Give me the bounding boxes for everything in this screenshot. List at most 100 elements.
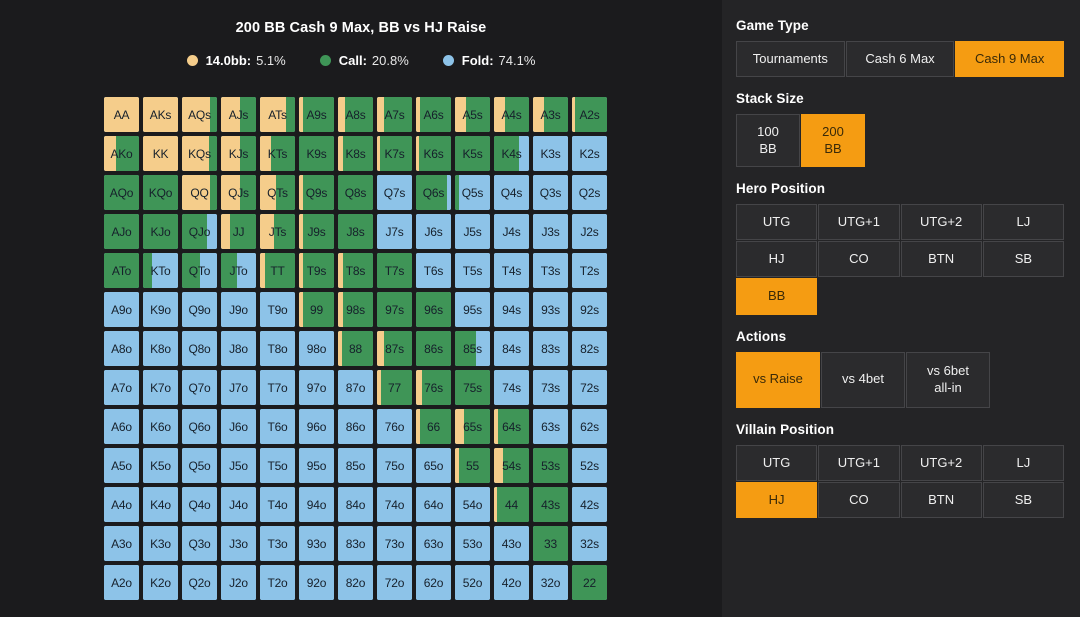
range-cell[interactable]: Q3o [182, 526, 217, 561]
range-cell[interactable]: 87o [338, 370, 373, 405]
range-cell[interactable]: K7o [143, 370, 178, 405]
range-cell[interactable]: K6s [416, 136, 451, 171]
range-cell[interactable]: 99 [299, 292, 334, 327]
range-cell[interactable]: T2o [260, 565, 295, 600]
range-cell[interactable]: 82o [338, 565, 373, 600]
range-cell[interactable]: AA [104, 97, 139, 132]
range-cell[interactable]: Q5o [182, 448, 217, 483]
range-cell[interactable]: Q5s [455, 175, 490, 210]
range-cell[interactable]: KJo [143, 214, 178, 249]
range-cell[interactable]: Q9o [182, 292, 217, 327]
range-cell[interactable]: A9o [104, 292, 139, 327]
range-cell[interactable]: 53s [533, 448, 568, 483]
range-cell[interactable]: 83s [533, 331, 568, 366]
range-cell[interactable]: 64s [494, 409, 529, 444]
game_type-option-cash-9-max[interactable]: Cash 9 Max [955, 41, 1064, 77]
range-cell[interactable]: Q9s [299, 175, 334, 210]
villain_position-option-co[interactable]: CO [818, 482, 899, 518]
range-cell[interactable]: 72o [377, 565, 412, 600]
range-cell[interactable]: 74o [377, 487, 412, 522]
range-cell[interactable]: 94o [299, 487, 334, 522]
range-cell[interactable]: QJo [182, 214, 217, 249]
range-cell[interactable]: 98s [338, 292, 373, 327]
range-cell[interactable]: Q4o [182, 487, 217, 522]
range-cell[interactable]: J9o [221, 292, 256, 327]
range-cell[interactable]: J3s [533, 214, 568, 249]
range-cell[interactable]: T7o [260, 370, 295, 405]
range-cell[interactable]: 53o [455, 526, 490, 561]
range-cell[interactable]: 42s [572, 487, 607, 522]
range-cell[interactable]: 72s [572, 370, 607, 405]
range-cell[interactable]: J8s [338, 214, 373, 249]
range-cell[interactable]: 76o [377, 409, 412, 444]
range-cell[interactable]: 75o [377, 448, 412, 483]
range-cell[interactable]: 62o [416, 565, 451, 600]
range-cell[interactable]: K4o [143, 487, 178, 522]
villain_position-option-hj[interactable]: HJ [736, 482, 817, 518]
hero_position-option-utg-2[interactable]: UTG+2 [901, 204, 982, 240]
range-cell[interactable]: T9s [299, 253, 334, 288]
range-cell[interactable]: 52o [455, 565, 490, 600]
range-cell[interactable]: K3o [143, 526, 178, 561]
range-cell[interactable]: 85o [338, 448, 373, 483]
range-cell[interactable]: 86s [416, 331, 451, 366]
range-cell[interactable]: 43s [533, 487, 568, 522]
range-cell[interactable]: K7s [377, 136, 412, 171]
range-cell[interactable]: J4o [221, 487, 256, 522]
range-cell[interactable]: 95o [299, 448, 334, 483]
range-cell[interactable]: T9o [260, 292, 295, 327]
range-cell[interactable]: Q8o [182, 331, 217, 366]
actions-option-vs-6bet-all-in[interactable]: vs 6bet all-in [906, 352, 990, 408]
range-cell[interactable]: J7s [377, 214, 412, 249]
range-cell[interactable]: KQs [182, 136, 217, 171]
range-cell[interactable]: 87s [377, 331, 412, 366]
range-cell[interactable]: QQ [182, 175, 217, 210]
range-cell[interactable]: T8o [260, 331, 295, 366]
range-cell[interactable]: 65s [455, 409, 490, 444]
range-cell[interactable]: 62s [572, 409, 607, 444]
range-cell[interactable]: K5o [143, 448, 178, 483]
range-cell[interactable]: T6o [260, 409, 295, 444]
range-cell[interactable]: 88 [338, 331, 373, 366]
range-cell[interactable]: 33 [533, 526, 568, 561]
range-cell[interactable]: J6s [416, 214, 451, 249]
range-cell[interactable]: 98o [299, 331, 334, 366]
range-cell[interactable]: 64o [416, 487, 451, 522]
hero_position-option-co[interactable]: CO [818, 241, 899, 277]
range-cell[interactable]: Q3s [533, 175, 568, 210]
range-cell[interactable]: J6o [221, 409, 256, 444]
range-cell[interactable]: J3o [221, 526, 256, 561]
range-cell[interactable]: 92s [572, 292, 607, 327]
range-cell[interactable]: AQo [104, 175, 139, 210]
range-cell[interactable]: A4s [494, 97, 529, 132]
range-cell[interactable]: Q4s [494, 175, 529, 210]
stack_size-option-100-bb[interactable]: 100 BB [736, 114, 800, 167]
range-cell[interactable]: 74s [494, 370, 529, 405]
range-cell[interactable]: A3s [533, 97, 568, 132]
range-cell[interactable]: 73s [533, 370, 568, 405]
range-cell[interactable]: K9o [143, 292, 178, 327]
range-cell[interactable]: KJs [221, 136, 256, 171]
range-cell[interactable]: Q6s [416, 175, 451, 210]
stack_size-option-200-bb[interactable]: 200 BB [801, 114, 865, 167]
range-cell[interactable]: T3o [260, 526, 295, 561]
hero_position-option-sb[interactable]: SB [983, 241, 1064, 277]
range-cell[interactable]: 75s [455, 370, 490, 405]
range-cell[interactable]: K4s [494, 136, 529, 171]
villain_position-option-utg-1[interactable]: UTG+1 [818, 445, 899, 481]
range-cell[interactable]: A5o [104, 448, 139, 483]
range-cell[interactable]: TT [260, 253, 295, 288]
range-cell[interactable]: T2s [572, 253, 607, 288]
range-cell[interactable]: K3s [533, 136, 568, 171]
range-cell[interactable]: 92o [299, 565, 334, 600]
range-cell[interactable]: 43o [494, 526, 529, 561]
range-cell[interactable]: A5s [455, 97, 490, 132]
range-cell[interactable]: QJs [221, 175, 256, 210]
hero_position-option-lj[interactable]: LJ [983, 204, 1064, 240]
range-cell[interactable]: J2o [221, 565, 256, 600]
range-cell[interactable]: T6s [416, 253, 451, 288]
range-cell[interactable]: A3o [104, 526, 139, 561]
range-cell[interactable]: T3s [533, 253, 568, 288]
range-cell[interactable]: A8s [338, 97, 373, 132]
range-cell[interactable]: K6o [143, 409, 178, 444]
